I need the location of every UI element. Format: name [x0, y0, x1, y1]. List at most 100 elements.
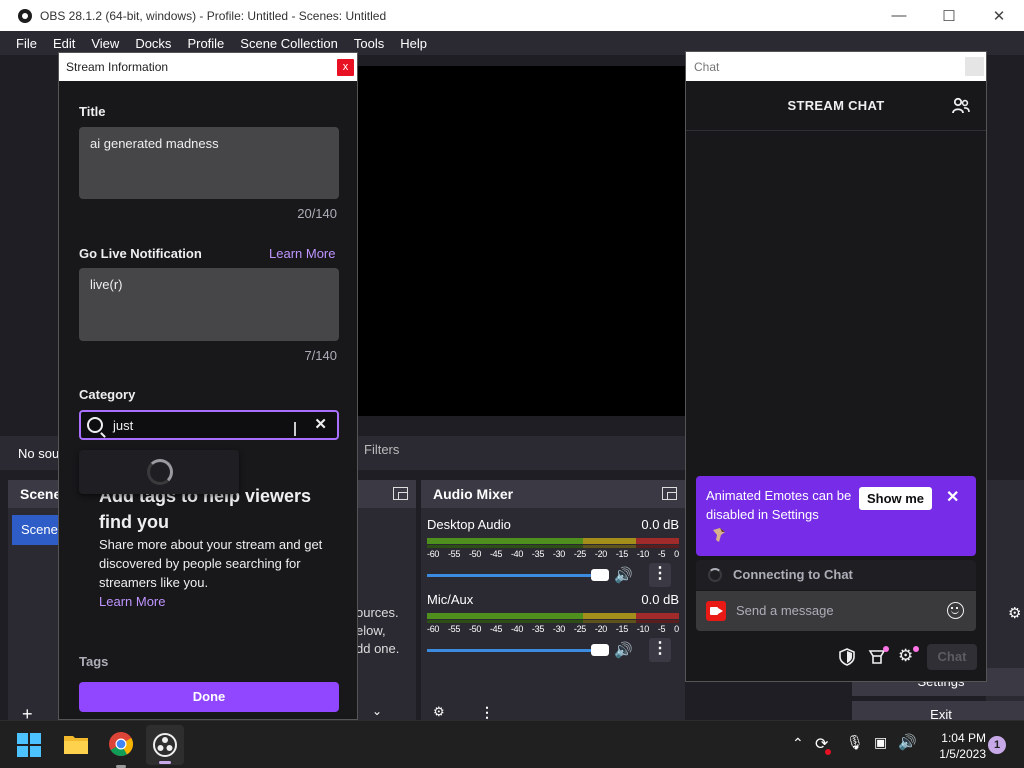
chat-close-button[interactable] [965, 57, 984, 76]
chevron-up-icon[interactable]: ⌃ [792, 735, 804, 751]
track-menu-icon[interactable]: ⋮ [649, 638, 671, 662]
community-users-icon[interactable] [952, 97, 970, 115]
scale-tick: -20 [594, 549, 607, 559]
chat-window: Chat STREAM CHAT Animated Emotes can be … [685, 51, 987, 682]
volume-meter-peak [427, 545, 679, 548]
tags-description: Share more about your stream and get dis… [99, 537, 323, 590]
scale-tick: -30 [552, 549, 566, 559]
chat-send-button[interactable]: Chat [927, 644, 977, 670]
title-char-count: 20/140 [297, 206, 337, 221]
scene-list-item[interactable]: Scene [12, 515, 58, 545]
scale-tick: -45 [489, 549, 503, 559]
settings-notification-dot [913, 646, 919, 652]
done-button[interactable]: Done [79, 682, 339, 712]
network-icon[interactable]: ▣ [874, 734, 887, 750]
sync-icon[interactable]: ⟳ [815, 734, 828, 753]
banner-text: Animated Emotes can be disabled in Setti… [706, 488, 852, 522]
mixer-track-desktop-audio: Desktop Audio 0.0 dB -60 -55 -50 -45 -40… [427, 517, 679, 587]
minimize-icon[interactable]: — [874, 0, 924, 31]
notification-field[interactable]: live(r) [79, 268, 339, 341]
category-query[interactable]: just [113, 418, 133, 433]
menu-profile[interactable]: Profile [179, 36, 232, 51]
dialog-titlebar: Stream Information x [59, 53, 357, 81]
search-icon [87, 417, 103, 433]
track-menu-icon[interactable]: ⋮ [649, 563, 671, 587]
tags-learn-more-link[interactable]: Learn More [99, 594, 165, 609]
menu-tools[interactable]: Tools [346, 36, 392, 51]
scenes-dock-header: Scene [8, 480, 61, 508]
volume-fader-handle[interactable] [591, 569, 609, 581]
category-search-input[interactable]: just ✕ [79, 410, 339, 440]
volume-icon[interactable]: 🔊 [898, 733, 917, 751]
title-label: Title [79, 104, 106, 119]
stream-information-dialog: Stream Information x Title ai generated … [58, 52, 358, 720]
sources-hint: ources. elow, dd one. [356, 604, 399, 658]
add-scene-icon[interactable]: + [22, 704, 33, 724]
scale-tick: -15 [615, 549, 628, 559]
menu-file[interactable]: File [8, 36, 45, 51]
show-me-button[interactable]: Show me [859, 487, 932, 510]
shield-icon[interactable] [838, 648, 856, 666]
menu-help[interactable]: Help [392, 36, 435, 51]
volume-fader-track[interactable] [427, 574, 597, 577]
scale-tick: -40 [510, 549, 524, 559]
dialog-close-button[interactable]: x [337, 59, 354, 76]
obs-taskbar-button[interactable] [146, 725, 184, 765]
track-level: 0.0 dB [641, 517, 679, 532]
gear-icon[interactable]: ⚙ [1008, 604, 1021, 622]
float-dock-icon[interactable] [393, 487, 408, 500]
obs-app-icon [18, 8, 32, 23]
emote-picker-icon[interactable] [947, 602, 964, 619]
chevron-down-icon[interactable]: ⌄ [372, 704, 382, 720]
preview-strip [358, 416, 686, 436]
preview-canvas[interactable] [358, 66, 686, 416]
mixer-menu-icon[interactable]: ⋮ [480, 704, 494, 720]
menu-edit[interactable]: Edit [45, 36, 83, 51]
title-field[interactable]: ai generated madness [79, 127, 339, 199]
clear-search-icon[interactable]: ✕ [314, 415, 327, 433]
scale-tick: -5 [657, 549, 666, 559]
emote-icon [713, 528, 725, 542]
filters-button[interactable]: Filters [355, 442, 404, 462]
audio-mixer-header: Audio Mixer [421, 480, 685, 508]
banner-close-icon[interactable]: ✕ [946, 487, 959, 507]
float-dock-icon[interactable] [662, 487, 677, 500]
notification-badge[interactable]: 1 [988, 736, 1006, 754]
close-icon[interactable]: ✕ [974, 0, 1024, 31]
camera-icon[interactable] [706, 601, 726, 621]
obs-icon [153, 733, 177, 757]
scale-tick: -25 [573, 549, 586, 559]
mixer-track-mic-aux: Mic/Aux 0.0 dB -60 -55 -50 -45 -40 -35 -… [427, 592, 679, 662]
scale-tick: -30 [552, 624, 566, 634]
loading-spinner-icon [147, 459, 173, 485]
active-indicator [159, 761, 171, 764]
volume-meter [427, 538, 679, 544]
volume-fader-track[interactable] [427, 649, 597, 652]
file-explorer-icon[interactable] [63, 732, 89, 756]
volume-meter [427, 613, 679, 619]
menu-docks[interactable]: Docks [127, 36, 179, 51]
volume-meter-peak [427, 620, 679, 623]
learn-more-link[interactable]: Learn More [269, 246, 335, 261]
speaker-icon[interactable]: 🔊 [614, 641, 633, 659]
notification-label: Go Live Notification [79, 246, 202, 261]
volume-fader-handle[interactable] [591, 644, 609, 656]
maximize-icon[interactable]: ☐ [924, 0, 974, 31]
system-clock[interactable]: 1:04 PM 1/5/2023 [930, 730, 986, 762]
gift-notification-dot [883, 646, 889, 652]
exit-button[interactable]: Exit [852, 701, 1024, 722]
chat-message-input[interactable]: Send a message [696, 591, 976, 631]
category-dropdown [79, 450, 239, 494]
menu-view[interactable]: View [83, 36, 127, 51]
scale-tick: -20 [594, 624, 607, 634]
windows-start-icon[interactable] [17, 733, 41, 757]
chrome-icon[interactable] [108, 731, 134, 757]
dialog-title: Stream Information [66, 60, 169, 74]
menu-scene-collection[interactable]: Scene Collection [232, 36, 346, 51]
clock-time: 1:04 PM [941, 731, 986, 745]
speaker-icon[interactable]: 🔊 [614, 566, 633, 584]
scale-tick: 0 [674, 549, 679, 559]
gear-icon[interactable]: ⚙ [433, 704, 445, 720]
microphone-icon[interactable]: 🎙 [846, 734, 864, 750]
scale-tick: -15 [615, 624, 628, 634]
